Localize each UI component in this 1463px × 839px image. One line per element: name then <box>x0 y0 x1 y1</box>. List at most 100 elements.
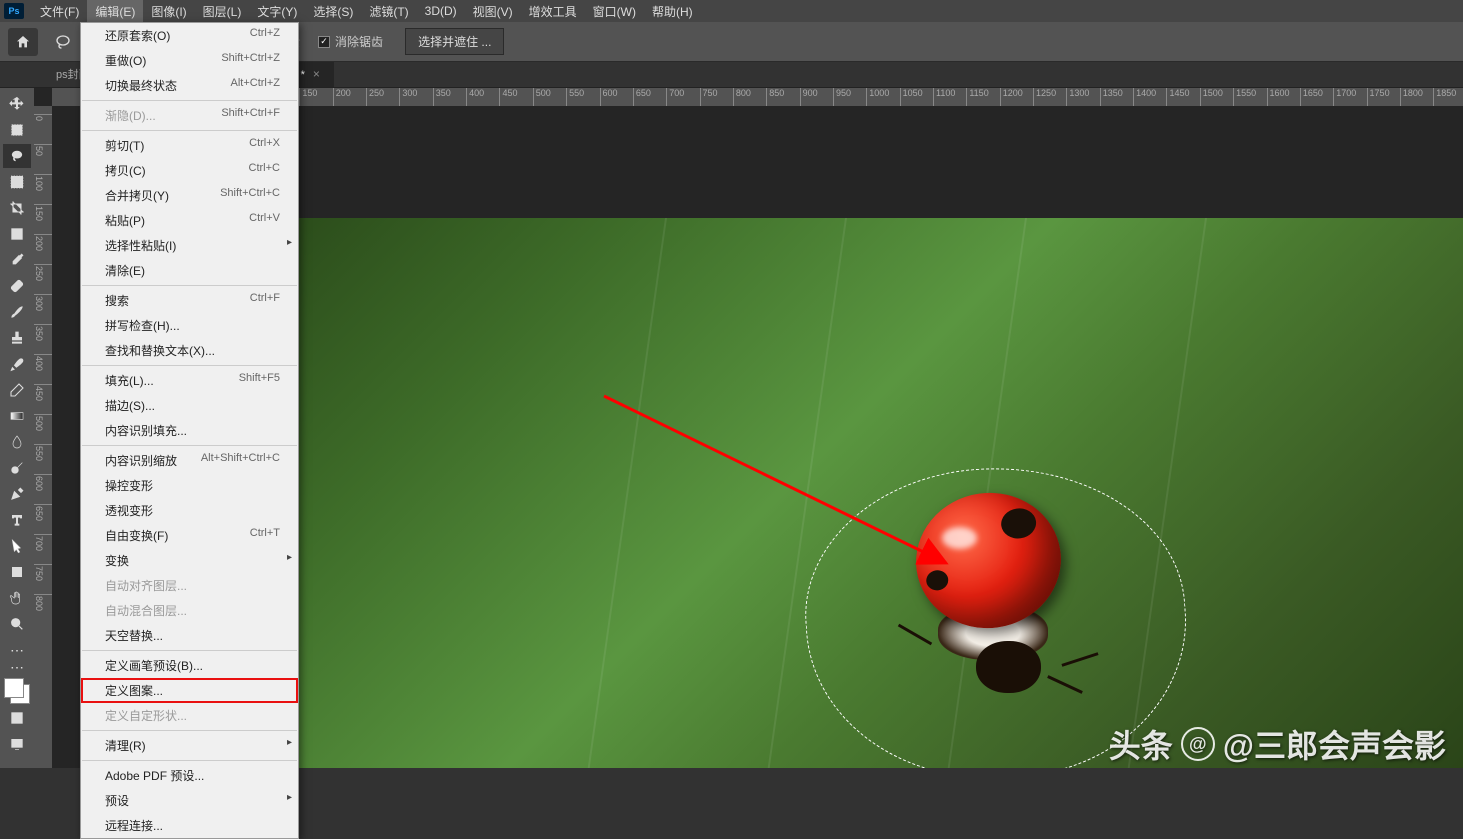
menu-item[interactable]: 透视变形 <box>81 498 298 523</box>
menu-item[interactable]: 搜索Ctrl+F <box>81 288 298 313</box>
menu-select[interactable]: 选择(S) <box>305 0 361 23</box>
ruler-tick: 1400 <box>1133 88 1156 106</box>
quickmask-tool[interactable] <box>3 706 31 730</box>
menu-item[interactable]: 预设 <box>81 788 298 813</box>
menu-item[interactable]: 远程连接... <box>81 813 298 838</box>
menu-item[interactable]: 剪切(T)Ctrl+X <box>81 133 298 158</box>
menu-item[interactable]: 清理(R) <box>81 733 298 758</box>
document-image: 头条 @ @三郎会声会影 <box>266 218 1463 768</box>
history-brush-tool[interactable] <box>3 352 31 376</box>
menu-layer[interactable]: 图层(L) <box>195 0 250 23</box>
healing-tool[interactable] <box>3 274 31 298</box>
gradient-tool[interactable] <box>3 404 31 428</box>
menu-plugins[interactable]: 增效工具 <box>521 0 585 23</box>
menu-item-shortcut: Shift+F5 <box>239 372 280 389</box>
menu-item-label: 远程连接... <box>105 817 163 834</box>
menu-filter[interactable]: 滤镜(T) <box>361 0 416 23</box>
select-and-mask-button[interactable]: 选择并遮住 ... <box>405 28 504 55</box>
menu-separator <box>82 445 297 446</box>
ruler-tick: 450 <box>34 384 52 401</box>
menu-item[interactable]: 天空替换... <box>81 623 298 648</box>
ruler-left: 0501001502002503003504004505005506006507… <box>34 106 52 768</box>
brush-tool[interactable] <box>3 300 31 324</box>
menu-item[interactable]: 拷贝(C)Ctrl+C <box>81 158 298 183</box>
ruler-tick: 300 <box>34 294 52 311</box>
menu-item-label: 透视变形 <box>105 502 153 519</box>
ruler-tick: 1350 <box>1100 88 1123 106</box>
menu-item[interactable]: 填充(L)...Shift+F5 <box>81 368 298 393</box>
menu-view[interactable]: 视图(V) <box>465 0 521 23</box>
color-swatches[interactable] <box>4 678 30 704</box>
menu-item[interactable]: 还原套索(O)Ctrl+Z <box>81 23 298 48</box>
menu-item-label: 剪切(T) <box>105 137 144 154</box>
ruler-tick: 0 <box>34 114 52 121</box>
edit-toolbar[interactable]: ⋯ <box>3 664 31 670</box>
screenmode-tool[interactable] <box>3 732 31 756</box>
menu-item[interactable]: 清除(E) <box>81 258 298 283</box>
zoom-tool[interactable] <box>3 612 31 636</box>
blur-tool[interactable] <box>3 430 31 454</box>
ruler-tick: 750 <box>700 88 718 106</box>
close-icon[interactable]: × <box>313 67 320 81</box>
menu-item-label: 渐隐(D)... <box>105 107 156 124</box>
menu-item[interactable]: 自由变换(F)Ctrl+T <box>81 523 298 548</box>
menu-item[interactable]: 重做(O)Shift+Ctrl+Z <box>81 48 298 73</box>
menu-item[interactable]: 选择性粘贴(I) <box>81 233 298 258</box>
ruler-tick: 150 <box>34 204 52 221</box>
marquee-tool[interactable] <box>3 118 31 142</box>
menu-item[interactable]: 内容识别缩放Alt+Shift+Ctrl+C <box>81 448 298 473</box>
menu-item[interactable]: 描边(S)... <box>81 393 298 418</box>
menu-item[interactable]: 定义画笔预设(B)... <box>81 653 298 678</box>
edit-menu-dropdown: 还原套索(O)Ctrl+Z重做(O)Shift+Ctrl+Z切换最终状态Alt+… <box>80 22 299 839</box>
menu-item-label: 查找和替换文本(X)... <box>105 342 215 359</box>
object-select-tool[interactable] <box>3 170 31 194</box>
lasso-tool-icon[interactable] <box>52 31 74 53</box>
menu-edit[interactable]: 编辑(E) <box>87 0 143 23</box>
type-tool[interactable] <box>3 508 31 532</box>
lasso-tool[interactable] <box>3 144 31 168</box>
eraser-tool[interactable] <box>3 378 31 402</box>
move-tool[interactable] <box>3 92 31 116</box>
ruler-tick: 400 <box>466 88 484 106</box>
eyedropper-tool[interactable] <box>3 248 31 272</box>
menu-item[interactable]: 变换 <box>81 548 298 573</box>
menu-item[interactable]: 粘贴(P)Ctrl+V <box>81 208 298 233</box>
menu-item[interactable]: 切换最终状态Alt+Ctrl+Z <box>81 73 298 98</box>
stamp-tool[interactable] <box>3 326 31 350</box>
dodge-tool[interactable] <box>3 456 31 480</box>
menu-separator <box>82 130 297 131</box>
ruler-tick: 600 <box>600 88 618 106</box>
menu-item-shortcut: Ctrl+F <box>250 292 280 309</box>
menu-item-label: 重做(O) <box>105 52 146 69</box>
menu-image[interactable]: 图像(I) <box>143 0 194 23</box>
pen-tool[interactable] <box>3 482 31 506</box>
ladybug-graphic <box>876 483 1106 683</box>
menu-item-label: 粘贴(P) <box>105 212 145 229</box>
menu-item-label: 变换 <box>105 552 129 569</box>
shape-tool[interactable] <box>3 560 31 584</box>
menu-item[interactable]: 拼写检查(H)... <box>81 313 298 338</box>
menu-item-label: 描边(S)... <box>105 397 155 414</box>
menu-item-label: 天空替换... <box>105 627 163 644</box>
menu-file[interactable]: 文件(F) <box>32 0 87 23</box>
menu-item[interactable]: 合并拷贝(Y)Shift+Ctrl+C <box>81 183 298 208</box>
menu-item[interactable]: 定义图案... <box>81 678 298 703</box>
hand-tool[interactable] <box>3 586 31 610</box>
menu-item[interactable]: Adobe PDF 预设... <box>81 763 298 788</box>
ruler-tick: 1050 <box>900 88 923 106</box>
menu-item[interactable]: 操控变形 <box>81 473 298 498</box>
menu-type[interactable]: 文字(Y) <box>249 0 305 23</box>
menu-item[interactable]: 内容识别填充... <box>81 418 298 443</box>
menu-separator <box>82 100 297 101</box>
menu-item[interactable]: 查找和替换文本(X)... <box>81 338 298 363</box>
menu-window[interactable]: 窗口(W) <box>585 0 644 23</box>
menu-help[interactable]: 帮助(H) <box>644 0 701 23</box>
ruler-tick: 400 <box>34 354 52 371</box>
antialias-checkbox[interactable]: ✓消除锯齿 <box>318 33 383 50</box>
crop-tool[interactable] <box>3 196 31 220</box>
path-tool[interactable] <box>3 534 31 558</box>
frame-tool[interactable] <box>3 222 31 246</box>
menu-3d[interactable]: 3D(D) <box>417 1 465 21</box>
tools-panel: ⋯ ⋯ <box>0 88 34 768</box>
home-button[interactable] <box>8 28 38 56</box>
